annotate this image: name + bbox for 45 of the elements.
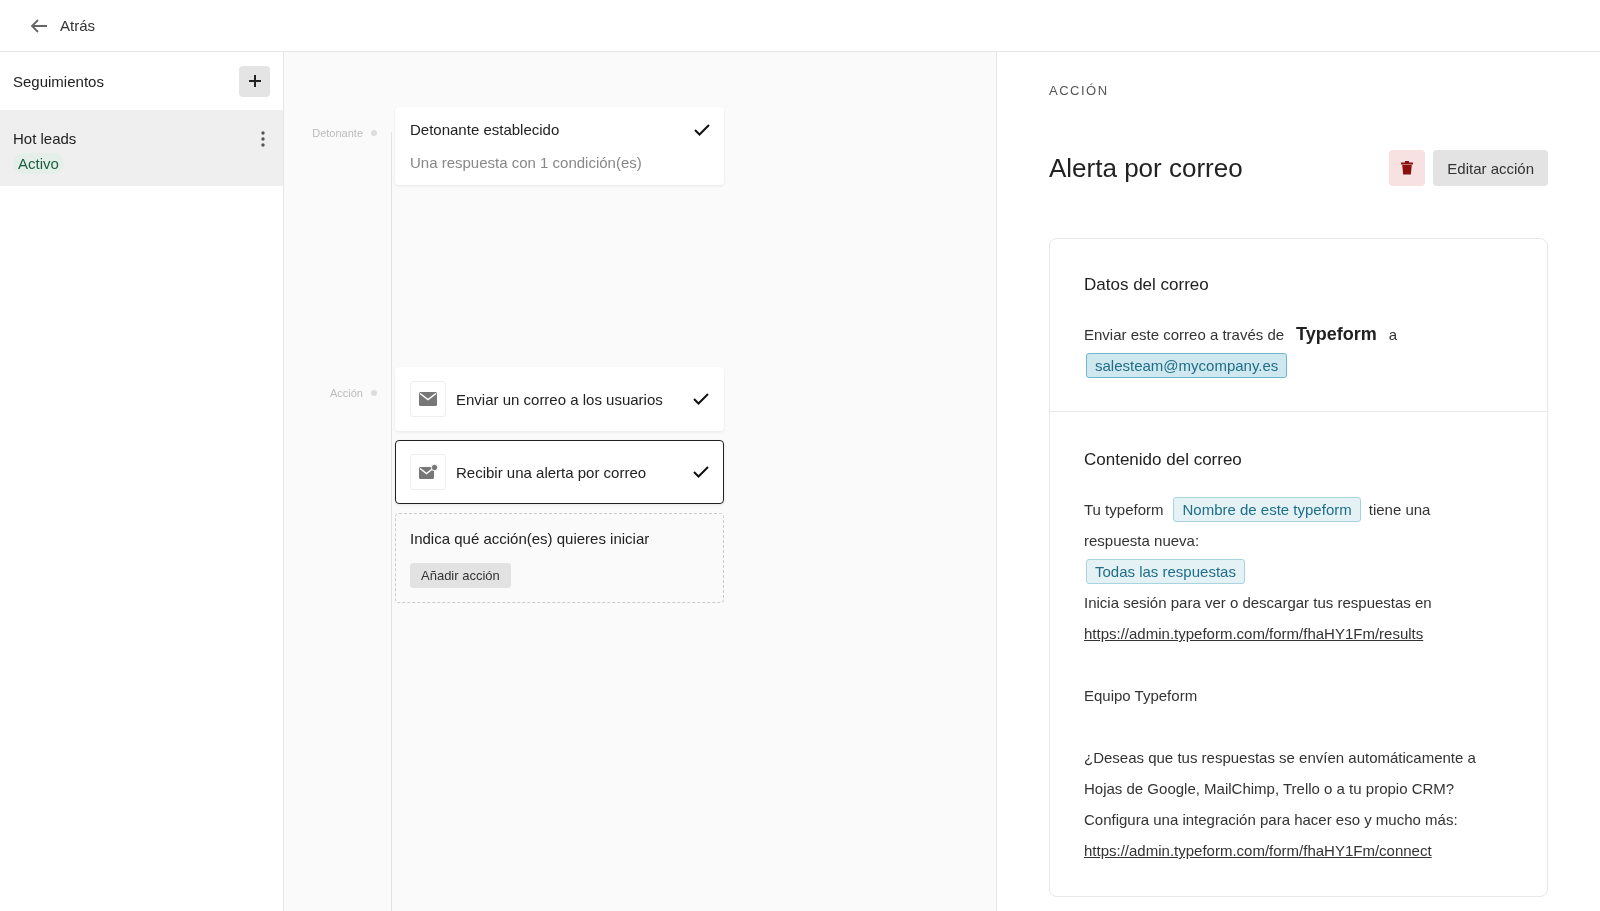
back-arrow-icon bbox=[30, 17, 48, 34]
node-label: Acción bbox=[329, 387, 363, 399]
body-text: Hojas de Google, MailChimp, Trello o a tu propio CRM? bbox=[1084, 780, 1455, 797]
delete-button[interactable] bbox=[1389, 150, 1426, 186]
url-link[interactable]: https://admin.typeform.com/form/fhaHY1Fm/connect bbox=[1084, 842, 1432, 859]
body-text: a bbox=[1388, 326, 1398, 343]
action-title: Enviar un correo a los usuarios bbox=[456, 390, 664, 408]
body-text: Enviar este correo a través de bbox=[1084, 326, 1285, 343]
add-prompt: Indica qué acción(es) quieres iniciar bbox=[410, 530, 650, 547]
sender-name: Typeform bbox=[1296, 324, 1377, 345]
envelope-icon bbox=[419, 392, 437, 406]
body-text: Tu typeform bbox=[1084, 501, 1164, 518]
section-eyebrow: ACCIÓN bbox=[1049, 83, 1110, 98]
envelope-dot-icon bbox=[418, 464, 438, 480]
detail-title: Alerta por correo bbox=[1049, 152, 1243, 184]
trigger-card[interactable]: Detonante establecido Una respuesta con 1 condición(es) bbox=[395, 107, 724, 185]
body-text: tiene una bbox=[1368, 501, 1431, 518]
variable-tag: Nombre de este typeform bbox=[1173, 497, 1361, 522]
body-text: Configura una integración para hacer eso y mucho más: bbox=[1084, 811, 1458, 828]
body-text: respuesta nueva: bbox=[1084, 532, 1200, 549]
variable-tag: salesteam@mycompany.es bbox=[1086, 353, 1288, 378]
edit-action-button[interactable]: Editar acción bbox=[1433, 150, 1548, 186]
add-action-button[interactable]: Añadir acción bbox=[410, 563, 511, 588]
item-name: Hot leads bbox=[13, 130, 77, 147]
action-card[interactable]: Enviar un correo a los usuarios bbox=[395, 367, 724, 431]
card-title: Detonante establecido bbox=[410, 121, 560, 138]
url-link[interactable]: https://admin.typeform.com/form/fhaHY1Fm/results bbox=[1084, 625, 1424, 642]
section-title: Datos del correo bbox=[1084, 275, 1210, 295]
sidebar-title: Seguimientos bbox=[13, 72, 104, 90]
body-text: Inicia sesión para ver o descargar tus respuestas en bbox=[1084, 594, 1432, 611]
action-card[interactable]: Recibir una alerta por correo bbox=[395, 440, 724, 504]
section-title: Contenido del correo bbox=[1084, 450, 1243, 470]
body-text: ¿Deseas que tus respuestas se envíen automáticamente a bbox=[1084, 749, 1476, 766]
body-text: Equipo Typeform bbox=[1084, 687, 1198, 704]
variable-tag: Todas las respuestas bbox=[1086, 559, 1245, 584]
card-subtitle: Una respuesta con 1 condición(es) bbox=[410, 154, 643, 171]
plus-icon bbox=[248, 75, 261, 87]
trash-icon bbox=[1401, 161, 1414, 175]
back-link[interactable]: Atrás bbox=[30, 17, 95, 34]
add-button[interactable] bbox=[239, 65, 270, 97]
node-label: Detonante bbox=[312, 127, 363, 139]
status-badge: Activo bbox=[13, 153, 64, 174]
more-icon[interactable] bbox=[261, 130, 265, 147]
sidebar-item[interactable]: Hot leads Activo bbox=[0, 110, 283, 186]
action-title: Recibir una alerta por correo bbox=[456, 463, 648, 481]
